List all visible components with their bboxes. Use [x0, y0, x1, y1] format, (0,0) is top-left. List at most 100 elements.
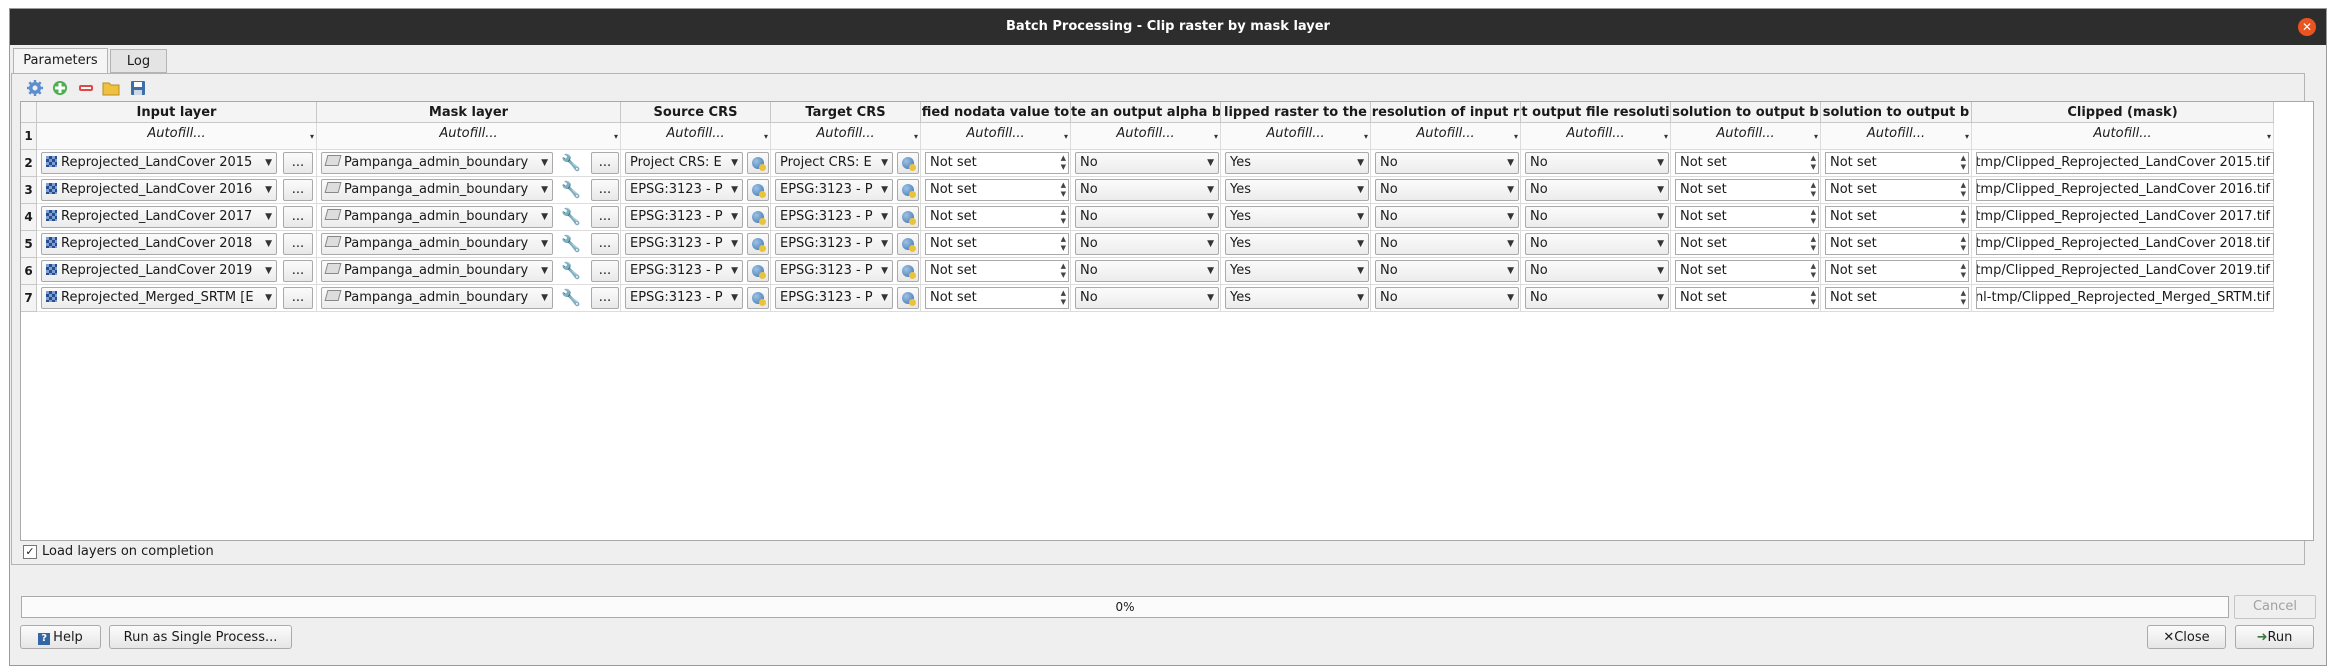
mask-browse-button[interactable]: ... [591, 233, 619, 255]
wrench-icon[interactable]: 🔧 [559, 260, 583, 282]
output-file-field[interactable]: tmp/Clipped_Reprojected_LandCover 2017.t… [1976, 206, 2274, 228]
set-resolution-combo[interactable]: No ▼ [1525, 260, 1669, 282]
tab-log[interactable]: Log [110, 49, 167, 73]
crop-to-extent-combo[interactable]: Yes ▼ [1225, 260, 1369, 282]
run-single-process-button[interactable]: Run as Single Process... [109, 625, 292, 649]
target-crs-combo[interactable]: Project CRS: E ▼ [775, 152, 893, 174]
nodata-spinbox[interactable]: Not set ▲ ▼ [925, 179, 1069, 201]
alpha-band-combo[interactable]: No ▼ [1075, 179, 1219, 201]
autofill-button-target-crs[interactable]: Autofill... ▾ [771, 123, 921, 150]
autofill-button-y-resolution[interactable]: Autofill... ▾ [1821, 123, 1972, 150]
mask-layer-combo[interactable]: Pampanga_admin_boundary ▼ [321, 179, 553, 201]
crs-selector-icon[interactable] [747, 206, 769, 228]
crs-selector-icon[interactable] [747, 152, 769, 174]
x-resolution-spinbox[interactable]: Not set ▲ ▼ [1675, 233, 1819, 255]
autofill-button-keep-resolution[interactable]: Autofill... ▾ [1371, 123, 1521, 150]
set-resolution-combo[interactable]: No ▼ [1525, 287, 1669, 309]
wrench-icon[interactable]: 🔧 [559, 233, 583, 255]
column-header-x-resolution[interactable]: solution to output b [1671, 102, 1821, 123]
x-resolution-spinbox[interactable]: Not set ▲ ▼ [1675, 152, 1819, 174]
column-header-nodata-value[interactable]: fied nodata value to [921, 102, 1071, 123]
autofill-button-source-crs[interactable]: Autofill... ▾ [621, 123, 771, 150]
x-resolution-spinbox[interactable]: Not set ▲ ▼ [1675, 206, 1819, 228]
keep-resolution-combo[interactable]: No ▼ [1375, 260, 1519, 282]
y-resolution-spinbox[interactable]: Not set ▲ ▼ [1825, 206, 1969, 228]
target-crs-combo[interactable]: EPSG:3123 - P ▼ [775, 287, 893, 309]
alpha-band-combo[interactable]: No ▼ [1075, 233, 1219, 255]
column-header-set-resolution[interactable]: t output file resoluti [1521, 102, 1671, 123]
gear-icon[interactable] [26, 79, 44, 97]
autofill-button-input-layer[interactable]: Autofill... ▾ [37, 123, 317, 150]
autofill-button-set-resolution[interactable]: Autofill... ▾ [1521, 123, 1671, 150]
input-browse-button[interactable]: ... [283, 260, 313, 282]
crs-selector-icon[interactable] [897, 179, 919, 201]
crop-to-extent-combo[interactable]: Yes ▼ [1225, 206, 1369, 228]
alpha-band-combo[interactable]: No ▼ [1075, 152, 1219, 174]
column-header-clipped-output[interactable]: Clipped (mask) [1972, 102, 2274, 123]
crs-selector-icon[interactable] [747, 179, 769, 201]
help-button[interactable]: ? Help [20, 625, 101, 649]
crs-selector-icon[interactable] [897, 287, 919, 309]
input-layer-combo[interactable]: Reprojected_LandCover 2015 ▼ [41, 152, 277, 174]
x-resolution-spinbox[interactable]: Not set ▲ ▼ [1675, 260, 1819, 282]
autofill-button-alpha-band[interactable]: Autofill... ▾ [1071, 123, 1221, 150]
source-crs-combo[interactable]: EPSG:3123 - P ▼ [625, 233, 743, 255]
crop-to-extent-combo[interactable]: Yes ▼ [1225, 152, 1369, 174]
mask-browse-button[interactable]: ... [591, 287, 619, 309]
keep-resolution-combo[interactable]: No ▼ [1375, 152, 1519, 174]
open-folder-icon[interactable] [102, 79, 120, 97]
y-resolution-spinbox[interactable]: Not set ▲ ▼ [1825, 233, 1969, 255]
add-row-icon[interactable] [51, 79, 69, 97]
crop-to-extent-combo[interactable]: Yes ▼ [1225, 233, 1369, 255]
nodata-spinbox[interactable]: Not set ▲ ▼ [925, 260, 1069, 282]
column-header-crop-to-extent[interactable]: lipped raster to the [1221, 102, 1371, 123]
column-header-y-resolution[interactable]: solution to output b [1821, 102, 1972, 123]
crs-selector-icon[interactable] [897, 152, 919, 174]
output-file-field[interactable]: tmp/Clipped_Reprojected_LandCover 2015.t… [1976, 152, 2274, 174]
y-resolution-spinbox[interactable]: Not set ▲ ▼ [1825, 179, 1969, 201]
cancel-button[interactable]: Cancel [2234, 595, 2316, 619]
source-crs-combo[interactable]: EPSG:3123 - P ▼ [625, 287, 743, 309]
remove-row-icon[interactable] [77, 79, 95, 97]
load-layers-checkbox[interactable]: ✓ [23, 545, 37, 559]
alpha-band-combo[interactable]: No ▼ [1075, 260, 1219, 282]
mask-layer-combo[interactable]: Pampanga_admin_boundary ▼ [321, 287, 553, 309]
mask-browse-button[interactable]: ... [591, 179, 619, 201]
mask-layer-combo[interactable]: Pampanga_admin_boundary ▼ [321, 152, 553, 174]
keep-resolution-combo[interactable]: No ▼ [1375, 179, 1519, 201]
close-button[interactable]: ✕Close [2147, 625, 2226, 649]
input-browse-button[interactable]: ... [283, 179, 313, 201]
mask-layer-combo[interactable]: Pampanga_admin_boundary ▼ [321, 260, 553, 282]
x-resolution-spinbox[interactable]: Not set ▲ ▼ [1675, 179, 1819, 201]
autofill-button-crop-to-extent[interactable]: Autofill... ▾ [1221, 123, 1371, 150]
crs-selector-icon[interactable] [747, 287, 769, 309]
keep-resolution-combo[interactable]: No ▼ [1375, 206, 1519, 228]
save-icon[interactable] [129, 79, 147, 97]
nodata-spinbox[interactable]: Not set ▲ ▼ [925, 152, 1069, 174]
crs-selector-icon[interactable] [897, 233, 919, 255]
column-header-target-crs[interactable]: Target CRS [771, 102, 921, 123]
source-crs-combo[interactable]: EPSG:3123 - P ▼ [625, 206, 743, 228]
column-header-alpha-band[interactable]: te an output alpha b [1071, 102, 1221, 123]
input-layer-combo[interactable]: Reprojected_LandCover 2019 ▼ [41, 260, 277, 282]
set-resolution-combo[interactable]: No ▼ [1525, 206, 1669, 228]
target-crs-combo[interactable]: EPSG:3123 - P ▼ [775, 179, 893, 201]
x-resolution-spinbox[interactable]: Not set ▲ ▼ [1675, 287, 1819, 309]
y-resolution-spinbox[interactable]: Not set ▲ ▼ [1825, 260, 1969, 282]
output-file-field[interactable]: tmp/Clipped_Reprojected_LandCover 2018.t… [1976, 233, 2274, 255]
mask-layer-combo[interactable]: Pampanga_admin_boundary ▼ [321, 233, 553, 255]
nodata-spinbox[interactable]: Not set ▲ ▼ [925, 287, 1069, 309]
wrench-icon[interactable]: 🔧 [559, 179, 583, 201]
keep-resolution-combo[interactable]: No ▼ [1375, 233, 1519, 255]
crs-selector-icon[interactable] [747, 260, 769, 282]
column-header-mask-layer[interactable]: Mask layer [317, 102, 621, 123]
source-crs-combo[interactable]: EPSG:3123 - P ▼ [625, 179, 743, 201]
input-browse-button[interactable]: ... [283, 152, 313, 174]
mask-browse-button[interactable]: ... [591, 206, 619, 228]
input-layer-combo[interactable]: Reprojected_LandCover 2016 ▼ [41, 179, 277, 201]
crs-selector-icon[interactable] [897, 260, 919, 282]
alpha-band-combo[interactable]: No ▼ [1075, 206, 1219, 228]
mask-browse-button[interactable]: ... [591, 152, 619, 174]
alpha-band-combo[interactable]: No ▼ [1075, 287, 1219, 309]
run-button[interactable]: ➜Run [2235, 625, 2314, 649]
